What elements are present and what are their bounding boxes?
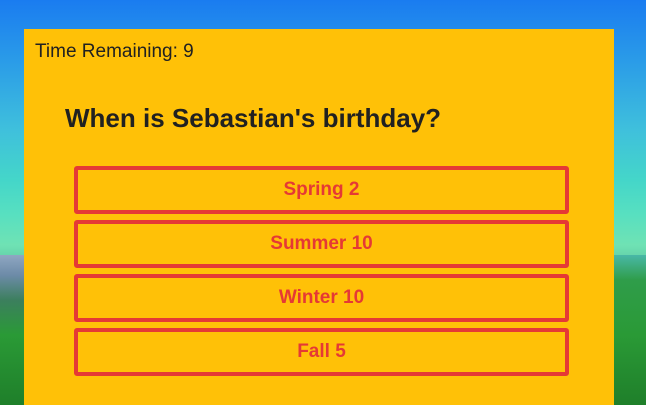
answer-button-fall-5[interactable]: Fall 5 (74, 328, 569, 376)
quiz-panel: Time Remaining: 9 When is Sebastian's bi… (24, 29, 614, 405)
answer-button-winter-10[interactable]: Winter 10 (74, 274, 569, 322)
answer-list: Spring 2 Summer 10 Winter 10 Fall 5 (74, 166, 569, 382)
question-text: When is Sebastian's birthday? (65, 103, 442, 133)
answer-button-summer-10[interactable]: Summer 10 (74, 220, 569, 268)
time-remaining: Time Remaining: 9 (35, 41, 194, 62)
answer-button-spring-2[interactable]: Spring 2 (74, 166, 569, 214)
